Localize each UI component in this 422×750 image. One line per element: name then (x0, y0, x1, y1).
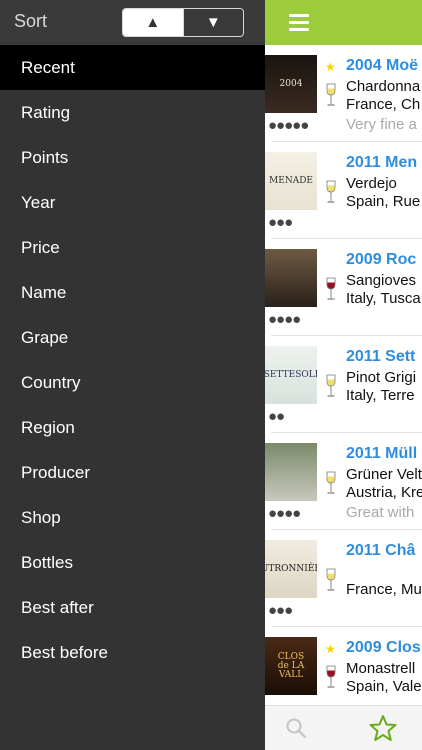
search-icon[interactable] (285, 717, 307, 739)
white-wine-glass-icon (326, 568, 336, 591)
sort-title: Sort (14, 11, 48, 31)
red-wine-glass-icon (326, 277, 336, 300)
wine-row[interactable]: SAUTRONNIÈRES 2011 Châ France, Mu ●●● (265, 530, 422, 627)
sort-option-producer[interactable]: Producer (0, 450, 265, 495)
sort-option-country[interactable]: Country (0, 360, 265, 405)
triangle-up-icon: ▲ (145, 14, 161, 31)
sort-sidebar: Sort ▲ ▼ Recent Rating Points Year Price Name… (0, 0, 265, 750)
bottle-thumbnail: SETTESOLI (265, 346, 317, 404)
wine-origin: France, Ch (346, 96, 421, 113)
rating-dots: ●●● (268, 214, 293, 231)
rating-dots: ●●●● (268, 311, 301, 328)
bottle-label: 2004 (279, 78, 303, 89)
bottle-label: MENADE (269, 175, 313, 186)
wine-grape: Sangioves (346, 272, 417, 289)
bottle-thumbnail (265, 249, 317, 307)
sort-option-year[interactable]: Year (0, 180, 265, 225)
sort-option-recent[interactable]: Recent (0, 45, 265, 90)
bottle-thumbnail: MENADE (265, 152, 317, 210)
bottle-thumbnail: CLOS de LA VALL (265, 637, 317, 695)
sort-option-name[interactable]: Name (0, 270, 265, 315)
wine-row[interactable]: 2011 Müll Grüner Velt Austria, Kre Great wi… (265, 433, 422, 530)
sort-header: Sort ▲ ▼ (0, 0, 265, 45)
wine-origin: Italy, Terre (346, 387, 415, 404)
bottle-thumbnail: 2004 (265, 55, 317, 113)
bottle-label: SETTESOLI (265, 369, 317, 380)
top-bar (265, 0, 422, 45)
white-wine-glass-icon (326, 374, 336, 397)
bottle-label: CLOS de LA VALL (277, 651, 305, 680)
sort-option-best-after[interactable]: Best after (0, 585, 265, 630)
hamburger-icon[interactable] (289, 12, 309, 32)
wine-title: 2011 Sett (346, 348, 416, 365)
sort-option-grape[interactable]: Grape (0, 315, 265, 360)
wine-list-panel: 2004 ★ 2004 Moë Chardonna France, Ch Very fin… (265, 0, 422, 750)
sort-option-best-before[interactable]: Best before (0, 630, 265, 675)
wine-grape: Monastrell (346, 660, 416, 677)
wine-title: 2009 Roc (346, 251, 417, 268)
wine-row[interactable]: SETTESOLI 2011 Sett Pinot Grigi Italy, Terr… (265, 336, 422, 433)
sort-option-rating[interactable]: Rating (0, 90, 265, 135)
wine-origin: Austria, Kre (346, 484, 422, 501)
wine-origin: Spain, Rue (346, 193, 421, 210)
wine-row[interactable]: 2004 ★ 2004 Moë Chardonna France, Ch Very fin… (265, 45, 422, 142)
wine-title: 2011 Châ (346, 542, 416, 559)
wine-origin: Spain, Vale (346, 678, 422, 695)
rating-dots: ●● (268, 408, 285, 425)
wine-title: 2004 Moë (346, 57, 419, 74)
wine-row[interactable]: MENADE 2011 Men Verdejo Spain, Rue ●●● (265, 142, 422, 239)
tab-bar (265, 705, 422, 750)
white-wine-glass-icon (326, 471, 336, 494)
sort-descending-button[interactable]: ▼ (182, 9, 243, 36)
sort-option-price[interactable]: Price (0, 225, 265, 270)
sort-option-shop[interactable]: Shop (0, 495, 265, 540)
rating-dots: ●●●● (268, 505, 301, 522)
sort-ascending-button[interactable]: ▲ (123, 9, 183, 36)
wine-origin: France, Mu (346, 581, 422, 598)
bottle-thumbnail (265, 443, 317, 501)
sort-option-bottles[interactable]: Bottles (0, 540, 265, 585)
wine-title: 2009 Clos (346, 639, 421, 656)
sort-option-region[interactable]: Region (0, 405, 265, 450)
wine-note: Great with (346, 504, 415, 521)
bottle-label (271, 451, 311, 493)
favorite-star-icon: ★ (325, 642, 336, 656)
triangle-down-icon: ▼ (205, 14, 221, 31)
favorite-star-icon: ★ (325, 60, 336, 74)
wine-row[interactable]: 2009 Roc Sangioves Italy, Tusca ●●●● (265, 239, 422, 336)
rating-dots: ●●● (268, 602, 293, 619)
bottle-thumbnail: SAUTRONNIÈRES (265, 540, 317, 598)
wine-title: 2011 Men (346, 154, 418, 171)
rating-dots: ●●●●● (268, 117, 309, 134)
white-wine-glass-icon (326, 83, 336, 106)
wine-origin: Italy, Tusca (346, 290, 421, 307)
wine-note: Very fine a (346, 116, 417, 133)
white-wine-glass-icon (326, 180, 336, 203)
wine-grape: Verdejo (346, 175, 397, 192)
wine-grape: Pinot Grigi (346, 369, 417, 386)
sort-direction-control: ▲ ▼ (122, 8, 244, 37)
bottle-label: SAUTRONNIÈRES (265, 563, 317, 574)
bottle-label (271, 257, 311, 299)
sort-option-points[interactable]: Points (0, 135, 265, 180)
wine-grape: Grüner Velt (346, 466, 422, 483)
wine-grape: Chardonna (346, 78, 421, 95)
star-icon[interactable] (369, 714, 397, 742)
wine-title: 2011 Müll (346, 445, 418, 462)
red-wine-glass-icon (326, 665, 336, 688)
